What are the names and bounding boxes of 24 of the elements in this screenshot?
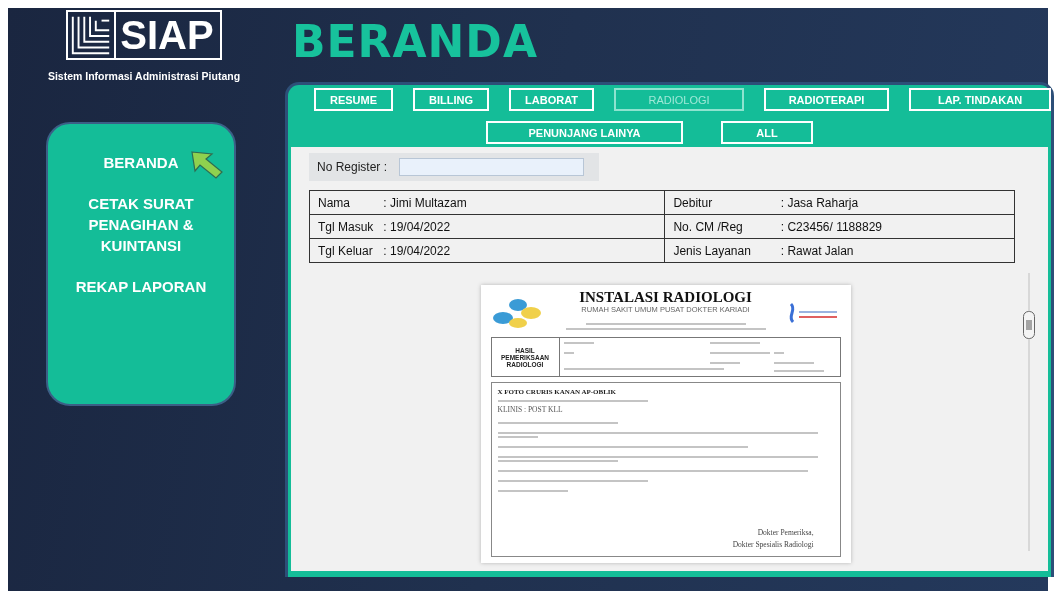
- tab-button[interactable]: RADIOTERAPI: [764, 88, 890, 111]
- tab-button[interactable]: LABORAT: [509, 88, 595, 111]
- info-cell: Tgl Keluar : 19/04/2022: [309, 238, 665, 263]
- sidebar-item[interactable]: CETAK SURAT PENAGIHAN & KUINTANSI: [73, 193, 209, 256]
- info-cell: Jenis Layanan : Rawat Jalan: [664, 238, 1015, 263]
- sidebar-item[interactable]: REKAP LAPORAN: [75, 276, 207, 297]
- info-cell: Tgl Masuk : 19/04/2022: [309, 214, 665, 239]
- info-cell: No. CM /Reg : C23456/ 1188829: [664, 214, 1015, 239]
- tab-button[interactable]: RESUME: [314, 88, 394, 111]
- report-title: INSTALASI RADIOLOGI: [578, 288, 753, 305]
- tab-button[interactable]: RADIOLOGI: [614, 88, 745, 111]
- app-subtitle: Sistem Informasi Administrasi Piutang: [47, 70, 241, 82]
- scrollbar-thumb[interactable]: [1023, 311, 1036, 339]
- tab-button[interactable]: LAP. TINDAKAN: [909, 88, 1052, 111]
- register-label: No Register :: [317, 160, 388, 174]
- info-cell: Nama : Jimi Multazam: [309, 190, 665, 215]
- tab-button[interactable]: PENUNJANG LAINYA: [486, 121, 683, 144]
- info-cell: Debitur : Jasa Raharja: [664, 190, 1015, 215]
- tab-button[interactable]: BILLING: [413, 88, 490, 111]
- page-title: BERANDA: [292, 16, 539, 68]
- siap-logo: SIAP: [66, 10, 222, 60]
- tab-button[interactable]: ALL: [721, 121, 813, 144]
- sidebar-item[interactable]: BERANDA: [103, 152, 179, 173]
- register-input-field[interactable]: [399, 158, 585, 176]
